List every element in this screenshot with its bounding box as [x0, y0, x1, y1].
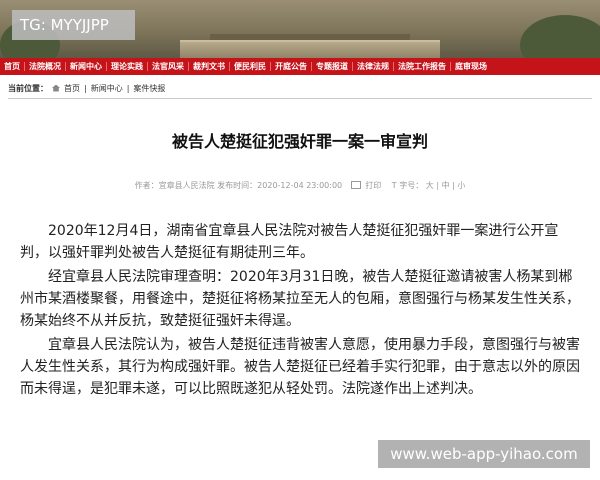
breadcrumb-separator: |	[84, 83, 87, 93]
font-large-link[interactable]: 大	[426, 181, 434, 190]
font-size-label: 字号：	[399, 181, 424, 190]
font-size-icon: T	[391, 181, 397, 190]
nav-item-work-report[interactable]: 法院工作报告	[394, 61, 450, 72]
watermark-top: TG: MYYJJPP	[12, 10, 135, 40]
breadcrumb-label: 当前位置：	[8, 83, 48, 93]
nav-item-judges[interactable]: 法官风采	[148, 61, 188, 72]
article-body: 2020年12月4日，湖南省宜章县人民法院对被告人楚挺征犯强奸罪一案进行公开宣判…	[20, 220, 580, 402]
divider	[8, 98, 592, 99]
main-nav: 首页 法院概况 新闻中心 理论实践 法官风采 裁判文书 便民利民 开庭公告 专题…	[0, 58, 600, 75]
watermark-bottom: www.web-app-yihao.com	[378, 440, 590, 468]
article-paragraph: 2020年12月4日，湖南省宜章县人民法院对被告人楚挺征犯强奸罪一案进行公开宣判…	[20, 223, 559, 261]
breadcrumb: 当前位置： 首页 | 新闻中心 | 案件快报	[8, 80, 592, 96]
nav-item-judgments[interactable]: 裁判文书	[189, 61, 229, 72]
breadcrumb-section[interactable]: 新闻中心	[91, 83, 123, 94]
nav-item-laws[interactable]: 法律法规	[353, 61, 393, 72]
home-icon	[52, 84, 60, 92]
article-author-date: 作者：宜章县人民法院 发布时间：2020-12-04 23:00:00	[134, 181, 343, 190]
nav-item-overview[interactable]: 法院概况	[25, 61, 65, 72]
nav-item-hearings[interactable]: 开庭公告	[271, 61, 311, 72]
print-link[interactable]: 打印	[365, 181, 381, 190]
banner-tree	[520, 15, 600, 58]
printer-icon	[350, 181, 361, 189]
article-meta: 作者：宜章县人民法院 发布时间：2020-12-04 23:00:00 打印 T…	[134, 181, 466, 190]
nav-item-theory[interactable]: 理论实践	[107, 61, 147, 72]
nav-item-reports[interactable]: 专题报道	[312, 61, 352, 72]
font-small-link[interactable]: 小	[457, 181, 465, 190]
nav-item-news[interactable]: 新闻中心	[66, 61, 106, 72]
breadcrumb-separator: |	[126, 83, 130, 93]
article-paragraph: 经宜章县人民法院审理查明：2020年3月31日晚，被告人楚挺征邀请被害人杨某到郴…	[20, 269, 580, 329]
breadcrumb-page[interactable]: 案件快报	[133, 83, 165, 94]
nav-item-home[interactable]: 首页	[0, 61, 24, 72]
article-title: 被告人楚挺征犯强奸罪一案一审宣判	[171, 132, 428, 151]
nav-item-services[interactable]: 便民利民	[230, 61, 270, 72]
article-paragraph: 宜章县人民法院认为，被告人楚挺征违背被害人意愿，使用暴力手段，意图强行与被害人发…	[20, 337, 580, 397]
breadcrumb-home[interactable]: 首页	[64, 83, 80, 94]
font-medium-link[interactable]: 中	[442, 181, 450, 190]
banner-building	[180, 40, 440, 58]
nav-item-live[interactable]: 庭审现场	[451, 61, 491, 72]
